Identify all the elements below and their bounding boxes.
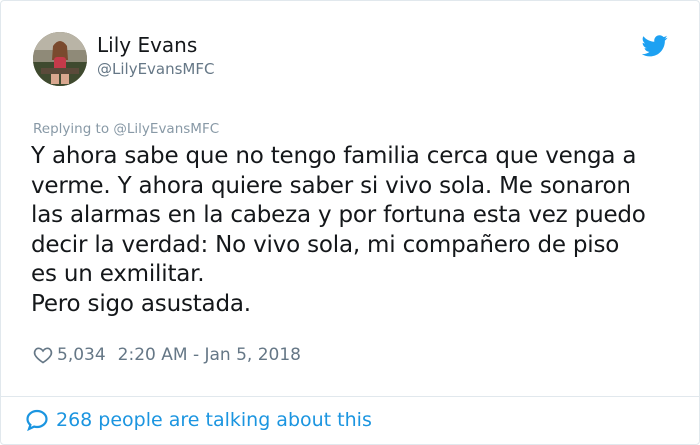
- twitter-bird-icon[interactable]: [642, 35, 668, 57]
- tweet-card: Lily Evans @LilyEvansMFC Replying to @Li…: [0, 0, 700, 445]
- speech-bubble-icon: [26, 409, 48, 432]
- tweet-text: Y ahora sabe que no tengo familia cerca …: [31, 142, 696, 319]
- like-count[interactable]: 5,034: [57, 345, 106, 365]
- avatar-photo: [33, 32, 87, 86]
- tweet-line: es un exmilitar.: [31, 261, 205, 287]
- tweet-line: verme. Y ahora quiere saber si vivo sola…: [31, 172, 631, 199]
- author-handle[interactable]: @LilyEvansMFC: [97, 60, 214, 78]
- replying-prefix: Replying to: [33, 121, 114, 137]
- talking-about-text: 268 people are talking about this: [56, 409, 372, 431]
- tweet-line: Pero sigo asustada.: [31, 290, 251, 317]
- tweet-timestamp[interactable]: 2:20 AM - Jan 5, 2018: [118, 345, 301, 365]
- author-name[interactable]: Lily Evans: [97, 33, 197, 57]
- author-avatar[interactable]: [33, 32, 87, 86]
- tweet-line: Y ahora sabe que no tengo familia cerca …: [31, 143, 637, 169]
- replying-mention-link[interactable]: @LilyEvansMFC: [113, 121, 219, 137]
- replying-to-line: Replying to @LilyEvansMFC: [33, 121, 219, 137]
- tweet-line: las alarmas en la cabeza y por fortuna e…: [31, 202, 646, 228]
- divider: [1, 396, 699, 397]
- tweet-meta: 5,034 2:20 AM - Jan 5, 2018: [33, 345, 301, 365]
- heart-outline-icon[interactable]: [33, 345, 53, 365]
- tweet-line: decir la verdad: No vivo sola, mi compañ…: [31, 231, 620, 258]
- talking-about-link[interactable]: 268 people are talking about this: [25, 408, 372, 432]
